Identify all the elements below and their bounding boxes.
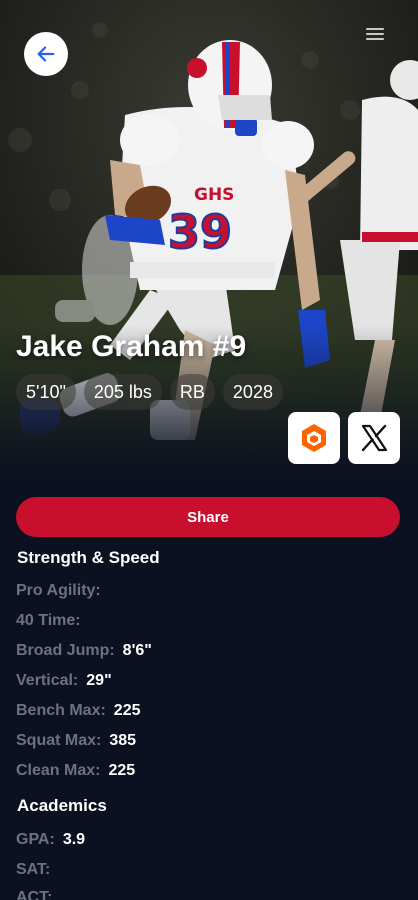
stat-label: Broad Jump: xyxy=(16,642,115,659)
stat-row-clean-max: Clean Max: 225 xyxy=(16,762,135,780)
stat-label: 40 Time: xyxy=(16,612,81,629)
jersey-school-text: GHS xyxy=(194,185,234,205)
stat-label: ACT: xyxy=(16,889,53,900)
player-name: Jake Graham #9 xyxy=(16,330,247,363)
stat-row-40-time: 40 Time: xyxy=(16,612,89,630)
stat-value: 385 xyxy=(109,732,137,749)
hudl-logo-icon xyxy=(302,424,326,452)
stat-label: Squat Max: xyxy=(16,732,102,749)
weight-chip: 205 lbs xyxy=(83,374,162,410)
stat-row-pro-agility: Pro Agility: xyxy=(16,582,109,600)
hudl-link-button[interactable] xyxy=(288,412,340,464)
position-chip: RB xyxy=(169,374,215,410)
arrow-left-icon xyxy=(37,46,55,62)
x-link-button[interactable] xyxy=(348,412,400,464)
stat-value: 29" xyxy=(86,672,112,689)
stat-row-act: ACT: xyxy=(16,889,60,900)
stat-label: Clean Max: xyxy=(16,762,101,779)
stat-row-sat: SAT: xyxy=(16,861,58,879)
hero-photo: GHS 39 Jake Graham #9 5'10" 205 lbs RB 2… xyxy=(0,0,418,475)
stat-row-gpa: GPA: 3.9 xyxy=(16,831,85,849)
stat-label: SAT: xyxy=(16,861,51,878)
stat-row-vertical: Vertical: 29" xyxy=(16,672,112,690)
stat-label: Bench Max: xyxy=(16,702,106,719)
academics-section-title: Academics xyxy=(17,796,107,815)
stat-value: 3.9 xyxy=(62,831,86,848)
stat-row-squat-max: Squat Max: 385 xyxy=(16,732,136,750)
class-year-chip: 2028 xyxy=(222,374,283,410)
stat-row-broad-jump: Broad Jump: 8'6" xyxy=(16,642,152,660)
stat-label: Vertical: xyxy=(16,672,79,689)
strength-section-title: Strength & Speed xyxy=(17,548,160,567)
menu-icon[interactable] xyxy=(364,26,386,42)
height-chip: 5'10" xyxy=(16,374,76,410)
share-button[interactable]: Share xyxy=(16,497,400,537)
stat-label: Pro Agility: xyxy=(16,582,101,599)
stat-value: 8'6" xyxy=(122,642,152,659)
x-logo-icon xyxy=(361,424,388,452)
stat-row-bench-max: Bench Max: 225 xyxy=(16,702,141,720)
jersey-number-text: 39 xyxy=(168,205,232,259)
stat-value: 225 xyxy=(108,762,136,779)
player-info-chips: 5'10" 205 lbs RB 2028 xyxy=(16,374,283,410)
stat-label: GPA: xyxy=(16,831,55,848)
stat-value: 225 xyxy=(113,702,141,719)
back-button[interactable] xyxy=(24,32,68,76)
